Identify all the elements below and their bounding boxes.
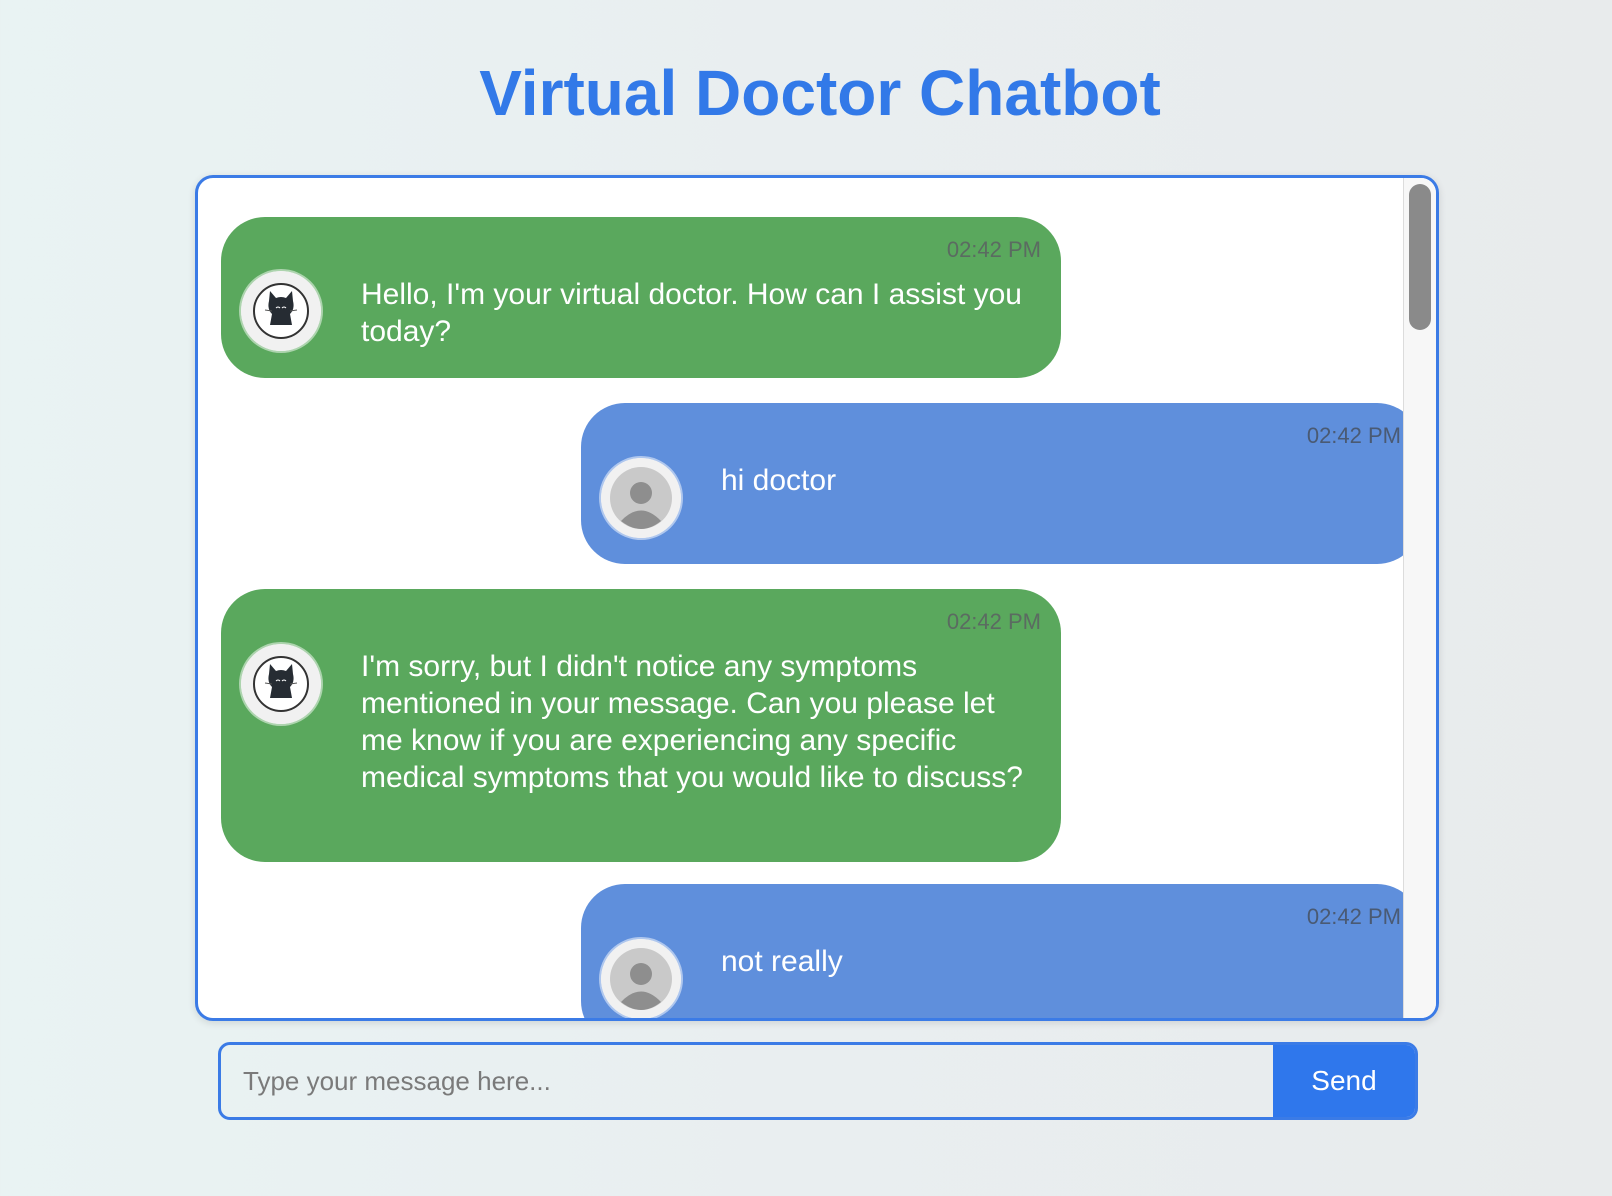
chat-window[interactable]: 02:42 PM Hello, I'm your virtual doctor.… [195,175,1439,1021]
user-avatar-icon [601,458,681,538]
user-message: 02:42 PM not really [581,884,1413,1018]
message-text: not really [721,945,843,978]
message-timestamp: 02:42 PM [946,609,1041,634]
user-avatar-icon [601,939,681,1018]
chat-scrollbar[interactable] [1403,178,1436,1018]
message-timestamp: 02:42 PM [1306,423,1401,448]
message-composer: Send [218,1042,1418,1120]
message-list[interactable]: 02:42 PM Hello, I'm your virtual doctor.… [198,178,1413,1018]
page-title: Virtual Doctor Chatbot [479,57,1161,129]
message-timestamp: 02:42 PM [946,237,1041,262]
message-timestamp: 02:42 PM [1306,904,1401,929]
scrollbar-thumb[interactable] [1409,184,1431,330]
message-text: Hello, I'm your virtual doctor. How can … [361,278,1022,348]
message-text: I'm sorry, but I didn't notice any sympt… [361,650,1023,794]
cat-avatar-icon [241,271,321,351]
send-button[interactable]: Send [1273,1045,1415,1117]
cat-avatar-icon [241,644,321,724]
message-text: hi doctor [721,464,837,497]
user-message: 02:42 PM hi doctor [581,403,1413,564]
bot-message: 02:42 PM Hello, I'm your virtual doctor.… [221,217,1061,378]
bot-message: 02:42 PM I'm sorry, but I didn't notice … [221,589,1061,862]
message-input[interactable] [221,1045,1273,1117]
